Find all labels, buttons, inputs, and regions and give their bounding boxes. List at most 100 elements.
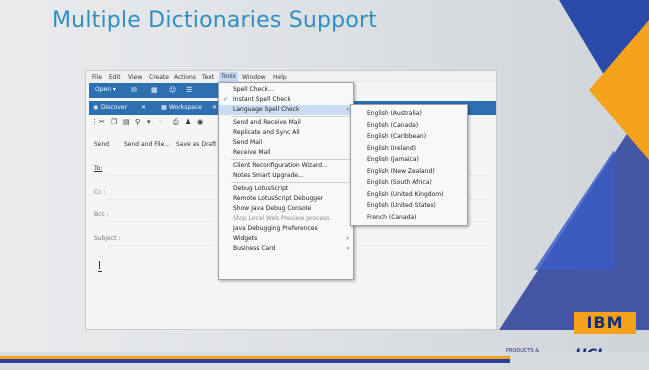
cc-field-label: Cc :	[94, 189, 106, 196]
menu-item-label: Business Card	[233, 245, 276, 252]
language-option[interactable]: English (United States)	[351, 201, 467, 211]
tools-menu: Spell Check... Instant Spell Check ✓ Langua…	[218, 82, 354, 280]
language-option-label: English (Australia)	[367, 110, 422, 117]
calendar-icon[interactable]: ▦	[151, 86, 158, 94]
close-tab-icon[interactable]: ✕	[212, 104, 217, 111]
main-toolbar: Open ▾ ✉ ▦ ☺ ☰	[89, 83, 224, 98]
formatting-toolbar: ⋮ ✂ ❐ ▤ ⚲ ▾ · ⎙ ♟ ◉	[89, 118, 224, 130]
tools-menu-item[interactable]: Business Card ›	[219, 244, 353, 254]
tools-menu-item[interactable]: Receive Mail	[219, 148, 353, 158]
tools-menu-item[interactable]: Send Mail	[219, 138, 353, 148]
menu-text[interactable]: Text	[202, 74, 214, 81]
language-option[interactable]: English (Australia)	[351, 109, 467, 119]
menu-window[interactable]: Window	[242, 74, 266, 81]
tools-menu-item[interactable]: Language Spell Check ›	[219, 105, 353, 115]
language-option-label: English (South Africa)	[367, 179, 432, 186]
tools-menu-item[interactable]: Client Reconfiguration Wizard...	[219, 161, 353, 171]
menu-separator	[231, 182, 350, 183]
menu-item-label: Replicate and Sync All	[233, 129, 300, 136]
language-option-label: English (New Zealand)	[367, 167, 435, 175]
tab-bar: ◉ Discover ✕ ▦ Workspace ✕	[89, 101, 224, 115]
presentation-slide: Multiple Dictionaries Support IBM PRODUC…	[0, 0, 649, 370]
subject-field-label: Subject :	[94, 235, 121, 242]
grid-icon: ▦	[161, 104, 167, 111]
language-option[interactable]: English (Canada)	[351, 121, 467, 131]
submenu-arrow-icon: ›	[346, 235, 349, 242]
tools-menu-item[interactable]: Java Debugging Preferences	[219, 224, 353, 234]
tools-menu-item[interactable]: Notes Smart Upgrade...	[219, 171, 353, 181]
language-option-label: English (Caribbean)	[367, 133, 427, 140]
submenu-arrow-icon: ›	[346, 245, 349, 252]
menu-view[interactable]: View	[128, 74, 142, 81]
paste-icon[interactable]: ▤	[123, 118, 130, 126]
menu-item-label: Remote LotusScript Debugger	[233, 195, 324, 202]
language-option-label: English (Canada)	[367, 121, 419, 129]
language-option-label: English (United States)	[367, 202, 436, 209]
dropdown-icon[interactable]: ▾	[147, 118, 151, 126]
menu-item-label: Stop Local Web Preview process	[233, 215, 330, 222]
menu-item-label: Show Java Debug Console	[233, 205, 312, 212]
tools-menu-item[interactable]: Instant Spell Check ✓	[219, 95, 353, 105]
attach-icon[interactable]: ⚲	[135, 118, 140, 126]
slide-decoration	[489, 0, 649, 330]
menu-edit[interactable]: Edit	[109, 74, 121, 81]
settings-icon[interactable]: ◉	[197, 118, 203, 126]
menu-actions[interactable]: Actions	[174, 74, 196, 81]
tools-menu-item[interactable]: Send and Receive Mail	[219, 118, 353, 128]
save-as-draft-button[interactable]: Save as Draft	[176, 141, 216, 148]
tab-workspace[interactable]: Workspace	[169, 104, 202, 111]
language-option[interactable]: English (Ireland)	[351, 144, 467, 154]
menu-item-label: Spell Check...	[233, 86, 274, 93]
open-button[interactable]: Open ▾	[95, 86, 116, 93]
menu-help[interactable]: Help	[273, 74, 287, 81]
menu-tools[interactable]: Tools	[219, 72, 238, 82]
send-and-file-button[interactable]: Send and File...	[124, 141, 170, 148]
slide-title: Multiple Dictionaries Support	[52, 8, 378, 33]
bcc-field-label: Bcc :	[94, 211, 109, 218]
language-spell-check-submenu: English (Australia) English (Canada) Engli…	[350, 104, 468, 226]
language-option[interactable]: English (Caribbean)	[351, 132, 467, 142]
compass-icon: ◉	[93, 104, 99, 111]
language-option[interactable]: English (South Africa)	[351, 178, 467, 188]
menu-item-label: Client Reconfiguration Wizard...	[233, 162, 328, 169]
todo-icon[interactable]: ☰	[186, 86, 192, 94]
menu-file[interactable]: File	[92, 74, 102, 81]
menu-create[interactable]: Create	[149, 74, 169, 81]
slide-footer-bar	[0, 352, 649, 370]
language-option-label: English (United Kingdom)	[367, 190, 444, 198]
menu-item-label: Send Mail	[233, 139, 263, 146]
print-icon[interactable]: ⎙	[173, 118, 179, 127]
tools-menu-item[interactable]: Spell Check...	[219, 85, 353, 95]
language-option[interactable]: French (Canada)	[351, 213, 467, 223]
copy-icon[interactable]: ❐	[111, 118, 117, 126]
language-option[interactable]: English (Jamaica)	[351, 155, 467, 165]
menu-item-label: Receive Mail	[233, 149, 271, 156]
tools-menu-item[interactable]: Debug LotusScript	[219, 184, 353, 194]
tools-menu-item[interactable]: Replicate and Sync All	[219, 128, 353, 138]
menu-item-label: Widgets	[233, 235, 258, 242]
close-tab-icon[interactable]: ✕	[141, 104, 146, 111]
tools-menu-item[interactable]: Widgets ›	[219, 234, 353, 244]
language-option[interactable]: English (New Zealand)	[351, 167, 467, 177]
language-option[interactable]: English (United Kingdom)	[351, 190, 467, 200]
submenu-arrow-icon: ›	[346, 106, 349, 113]
grip-icon: ⋮	[91, 118, 98, 126]
text-cursor	[99, 261, 100, 269]
tools-menu-item[interactable]: Show Java Debug Console	[219, 204, 353, 214]
ibm-logo: IBM	[574, 312, 636, 334]
menu-separator	[231, 116, 350, 117]
language-option-label: French (Canada)	[367, 213, 417, 221]
language-option-label: English (Ireland)	[367, 144, 417, 152]
send-button[interactable]: Send	[94, 141, 109, 148]
tab-discover[interactable]: Discover	[101, 104, 127, 111]
menu-item-label: Language Spell Check	[233, 106, 300, 113]
to-field-label[interactable]: To:	[94, 165, 102, 172]
tools-menu-item: Stop Local Web Preview process	[219, 214, 353, 224]
more-icon[interactable]: ·	[159, 118, 161, 126]
mail-icon[interactable]: ✉	[131, 86, 137, 94]
user-icon[interactable]: ♟	[185, 118, 191, 126]
menu-separator	[231, 159, 350, 160]
tools-menu-item[interactable]: Remote LotusScript Debugger	[219, 194, 353, 204]
contacts-icon[interactable]: ☺	[169, 86, 176, 94]
cut-icon[interactable]: ✂	[99, 118, 105, 126]
